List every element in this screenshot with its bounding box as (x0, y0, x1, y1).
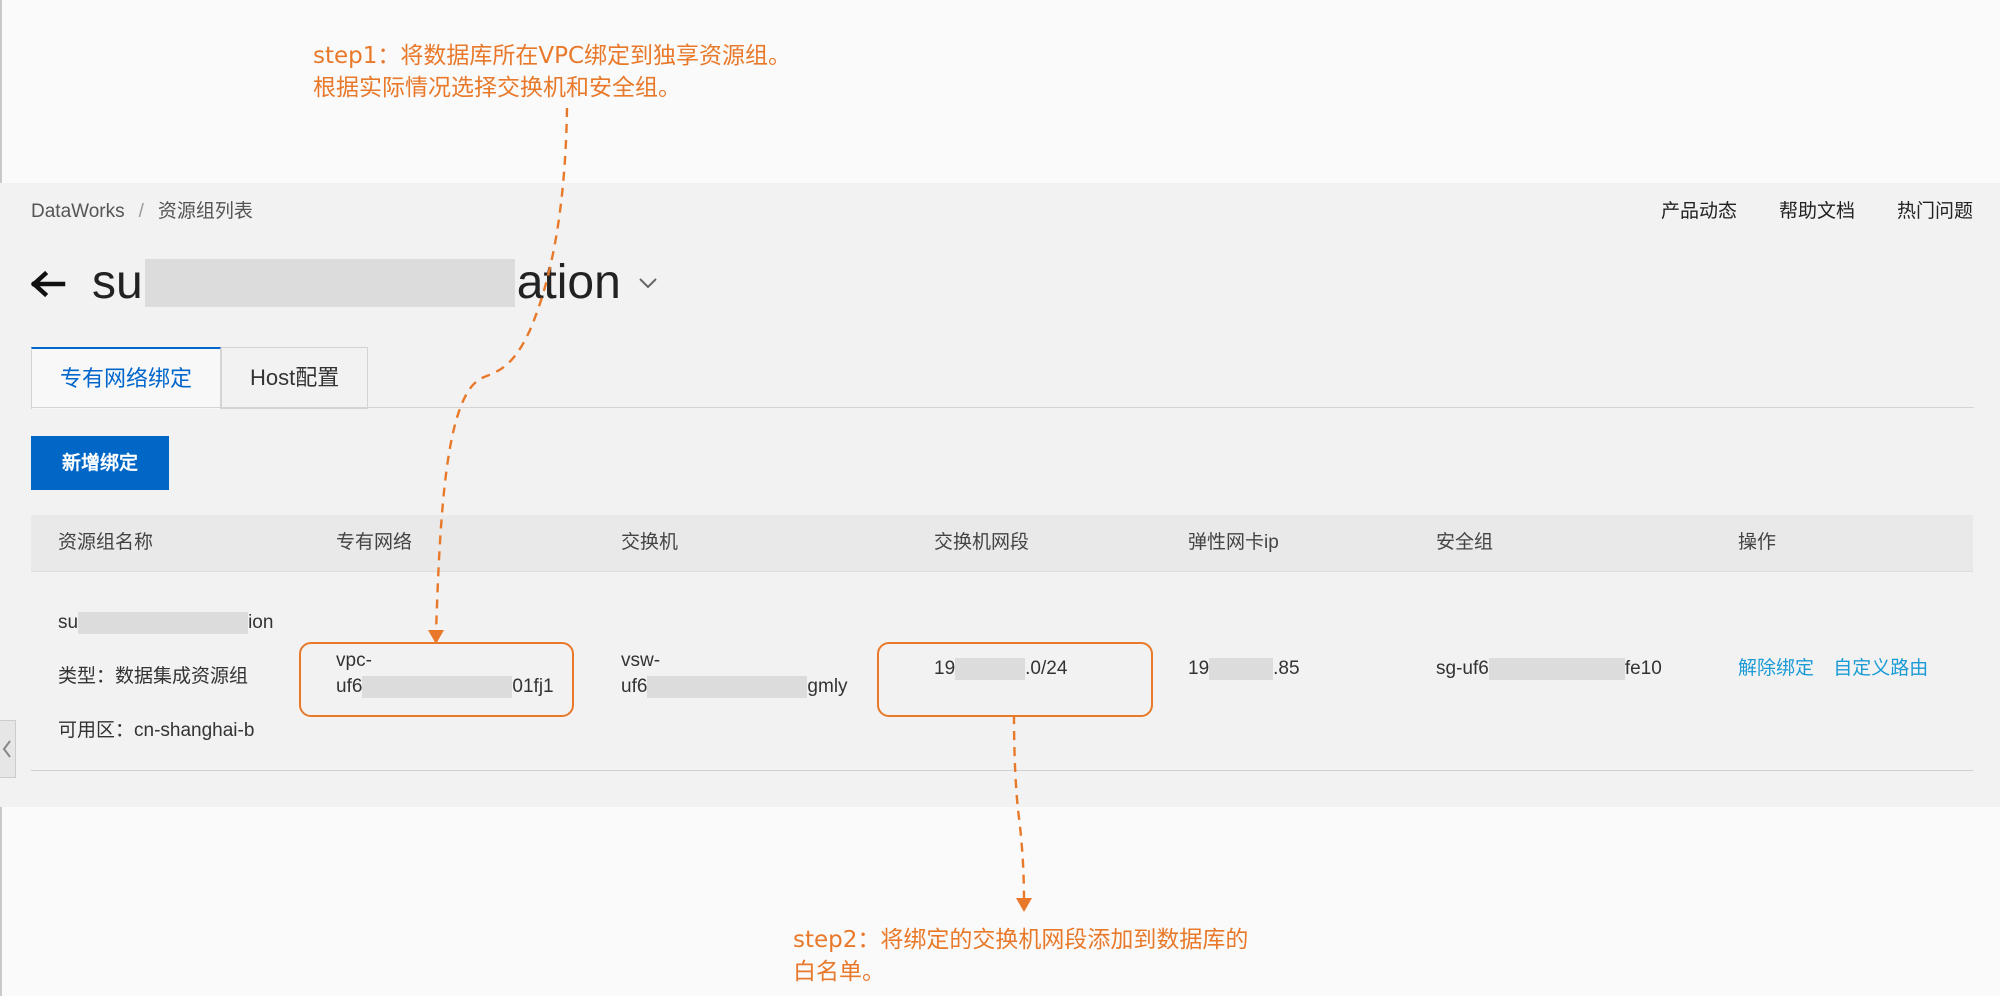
annotation-step2: step2：将绑定的交换机网段添加到数据库的 白名单。 (793, 924, 1248, 988)
annotation-arrows (428, 107, 1032, 912)
annotation-step2-line1: step2：将绑定的交换机网段添加到数据库的 (793, 927, 1249, 953)
annotation-step2-line2: 白名单。 (793, 959, 885, 985)
